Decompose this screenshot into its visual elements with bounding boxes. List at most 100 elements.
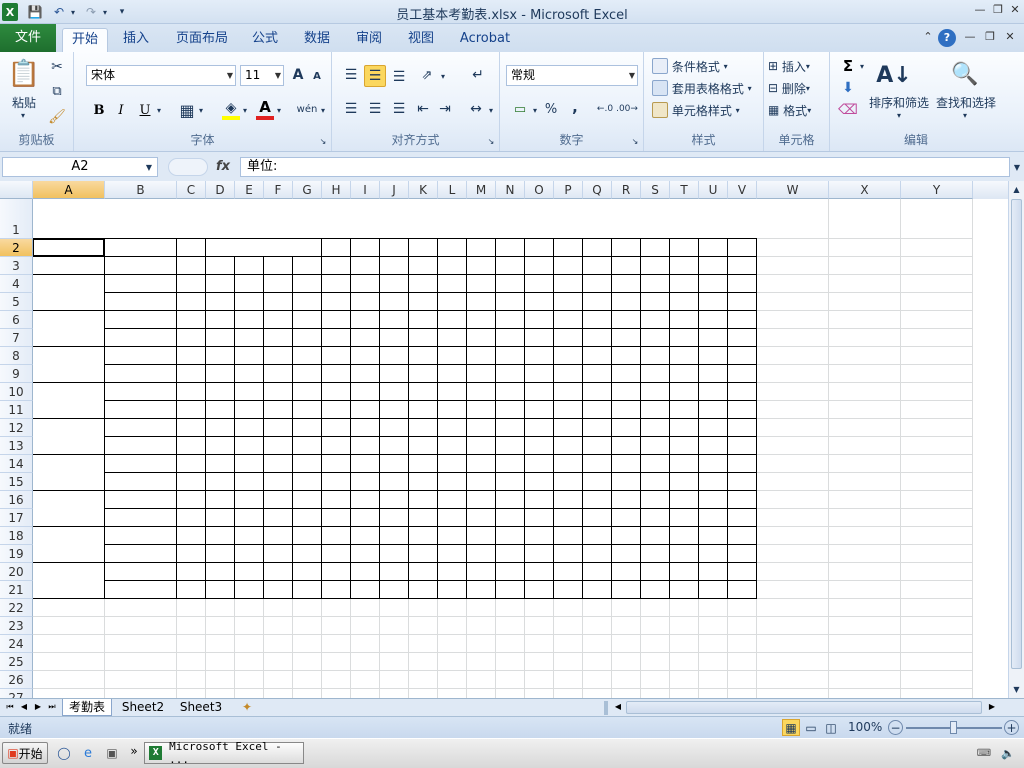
column-header-h[interactable]: H bbox=[322, 181, 351, 199]
underline-dropdown-icon[interactable]: ▾ bbox=[154, 104, 164, 116]
scroll-up-icon[interactable]: ▲ bbox=[1009, 181, 1024, 197]
percent-style-button[interactable]: % bbox=[542, 100, 560, 118]
worksheet-grid[interactable]: ABCDEFGHIJKLMNOPQRSTUVWXY 1 2 3 4 5 6 7 8 9 10 11 1… bbox=[0, 181, 1008, 698]
tab-page-layout[interactable]: 页面布局 bbox=[168, 28, 236, 52]
sort-filter-button[interactable]: 排序和筛选 bbox=[868, 94, 930, 110]
zoom-out-icon[interactable]: − bbox=[888, 720, 903, 735]
row-header-15[interactable]: 15 bbox=[0, 473, 33, 491]
row-header-23[interactable]: 23 bbox=[0, 617, 33, 635]
borders-icon[interactable]: ▦ bbox=[178, 100, 196, 120]
italic-button[interactable]: I bbox=[112, 100, 130, 120]
column-header-t[interactable]: T bbox=[670, 181, 699, 199]
last-sheet-icon[interactable]: ⏭ bbox=[46, 699, 58, 716]
phonetic-button[interactable]: wén bbox=[296, 98, 318, 120]
delete-cells-button[interactable]: ⊟ 删除 ▾ bbox=[768, 78, 828, 98]
font-color-dropdown-icon[interactable]: ▾ bbox=[274, 104, 284, 116]
decrease-decimal-icon[interactable]: .00→ bbox=[616, 100, 638, 118]
autosum-button[interactable]: Σ bbox=[838, 56, 858, 76]
align-bottom-icon[interactable]: ☰ bbox=[390, 68, 408, 86]
row-header-9[interactable]: 9 bbox=[0, 365, 33, 383]
row-header-13[interactable]: 13 bbox=[0, 437, 33, 455]
row-header-16[interactable]: 16 bbox=[0, 491, 33, 509]
format-painter-icon[interactable]: 🖌 bbox=[48, 108, 66, 126]
increase-decimal-icon[interactable]: ←.0 bbox=[596, 100, 614, 118]
column-header-u[interactable]: U bbox=[699, 181, 728, 199]
column-header-n[interactable]: N bbox=[496, 181, 525, 199]
minimize-icon[interactable]: — bbox=[972, 3, 988, 19]
format-cells-button[interactable]: ▦ 格式 ▾ bbox=[768, 100, 828, 120]
vertical-scrollbar[interactable]: ▲ ▼ bbox=[1008, 181, 1024, 698]
scroll-down-icon[interactable]: ▼ bbox=[1009, 681, 1024, 697]
column-header-w[interactable]: W bbox=[757, 181, 829, 199]
align-left-icon[interactable]: ☰ bbox=[342, 100, 360, 118]
cell-styles-button[interactable]: 单元格样式 ▾ bbox=[652, 100, 762, 120]
page-layout-view-icon[interactable]: ▭ bbox=[802, 719, 820, 736]
row-header-17[interactable]: 17 bbox=[0, 509, 33, 527]
conditional-formatting-button[interactable]: 条件格式 ▾ bbox=[652, 56, 762, 76]
next-sheet-icon[interactable]: ▶ bbox=[32, 699, 44, 716]
tab-view[interactable]: 视图 bbox=[400, 28, 442, 52]
sort-dropdown-icon[interactable]: ▾ bbox=[894, 110, 904, 120]
merge-center-icon[interactable]: ↔ bbox=[466, 100, 486, 118]
sheet-tab-sheet2[interactable]: Sheet2 bbox=[116, 699, 170, 716]
ie-icon[interactable]: e bbox=[80, 745, 96, 761]
app-quicklaunch-icon[interactable]: ▣ bbox=[104, 745, 120, 761]
shrink-font-button[interactable]: A bbox=[310, 68, 324, 84]
help-icon[interactable]: ? bbox=[938, 29, 956, 47]
name-box[interactable]: A2 bbox=[2, 157, 158, 177]
column-header-s[interactable]: S bbox=[641, 181, 670, 199]
accounting-format-icon[interactable]: ▭ bbox=[510, 100, 530, 118]
formula-expand-handle[interactable] bbox=[168, 158, 208, 176]
row-header-27[interactable]: 27 bbox=[0, 689, 33, 698]
row-header-5[interactable]: 5 bbox=[0, 293, 33, 311]
phonetic-dropdown-icon[interactable]: ▾ bbox=[318, 104, 328, 116]
column-header-v[interactable]: V bbox=[728, 181, 757, 199]
column-header-d[interactable]: D bbox=[206, 181, 235, 199]
row-header-11[interactable]: 11 bbox=[0, 401, 33, 419]
row-header-25[interactable]: 25 bbox=[0, 653, 33, 671]
orientation-icon[interactable]: ⇗ bbox=[416, 66, 438, 84]
dialog-launcher-icon[interactable]: ↘ bbox=[630, 136, 640, 146]
column-header-k[interactable]: K bbox=[409, 181, 438, 199]
prev-sheet-icon[interactable]: ◀ bbox=[18, 699, 30, 716]
row-header-7[interactable]: 7 bbox=[0, 329, 33, 347]
row-header-22[interactable]: 22 bbox=[0, 599, 33, 617]
row-header-10[interactable]: 10 bbox=[0, 383, 33, 401]
column-header-x[interactable]: X bbox=[829, 181, 901, 199]
tab-acrobat[interactable]: Acrobat bbox=[454, 28, 516, 52]
column-header-c[interactable]: C bbox=[177, 181, 206, 199]
column-header-b[interactable]: B bbox=[105, 181, 177, 199]
align-middle-icon[interactable]: ☰ bbox=[364, 65, 386, 87]
row-header-3[interactable]: 3 bbox=[0, 257, 33, 275]
horizontal-scroll-thumb[interactable] bbox=[626, 701, 982, 714]
dialog-launcher-icon[interactable]: ↘ bbox=[486, 136, 496, 146]
font-name-select[interactable]: 宋体 ▼ bbox=[86, 65, 236, 86]
first-sheet-icon[interactable]: ⏮ bbox=[4, 699, 16, 716]
column-header-r[interactable]: R bbox=[612, 181, 641, 199]
taskbar-excel-button[interactable]: X Microsoft Excel - ... bbox=[144, 740, 304, 766]
column-header-y[interactable]: Y bbox=[901, 181, 973, 199]
page-break-view-icon[interactable]: ◫ bbox=[822, 719, 840, 736]
insert-function-button[interactable]: fx bbox=[216, 159, 230, 174]
tab-review[interactable]: 审阅 bbox=[348, 28, 390, 52]
doc-restore-icon[interactable]: ❐ bbox=[982, 30, 998, 46]
comma-style-button[interactable]: , bbox=[568, 98, 582, 116]
column-header-p[interactable]: P bbox=[554, 181, 583, 199]
orientation-dropdown-icon[interactable]: ▾ bbox=[438, 70, 448, 82]
scroll-left-icon[interactable]: ◀ bbox=[612, 699, 624, 716]
number-format-select[interactable]: 常规 ▼ bbox=[506, 65, 638, 86]
column-header-j[interactable]: J bbox=[380, 181, 409, 199]
keyboard-tray-icon[interactable]: ⌨ bbox=[976, 746, 992, 760]
zoom-in-icon[interactable]: + bbox=[1004, 720, 1019, 735]
row-header-4[interactable]: 4 bbox=[0, 275, 33, 293]
grow-font-button[interactable]: A bbox=[290, 66, 306, 84]
name-box-dropdown-icon[interactable]: ▼ bbox=[144, 161, 154, 173]
insert-cells-button[interactable]: ⊞ 插入 ▾ bbox=[768, 56, 828, 76]
binoculars-icon[interactable]: 🔍 bbox=[948, 56, 982, 92]
row-header-1[interactable]: 1 bbox=[0, 199, 33, 239]
format-as-table-button[interactable]: 套用表格格式 ▾ bbox=[652, 78, 764, 98]
ribbon-minimize-icon[interactable]: ⌃ bbox=[920, 30, 936, 46]
scroll-thumb[interactable] bbox=[1011, 199, 1022, 669]
decrease-indent-icon[interactable]: ⇤ bbox=[414, 100, 432, 118]
formula-bar-expand-icon[interactable]: ▼ bbox=[1012, 161, 1022, 173]
